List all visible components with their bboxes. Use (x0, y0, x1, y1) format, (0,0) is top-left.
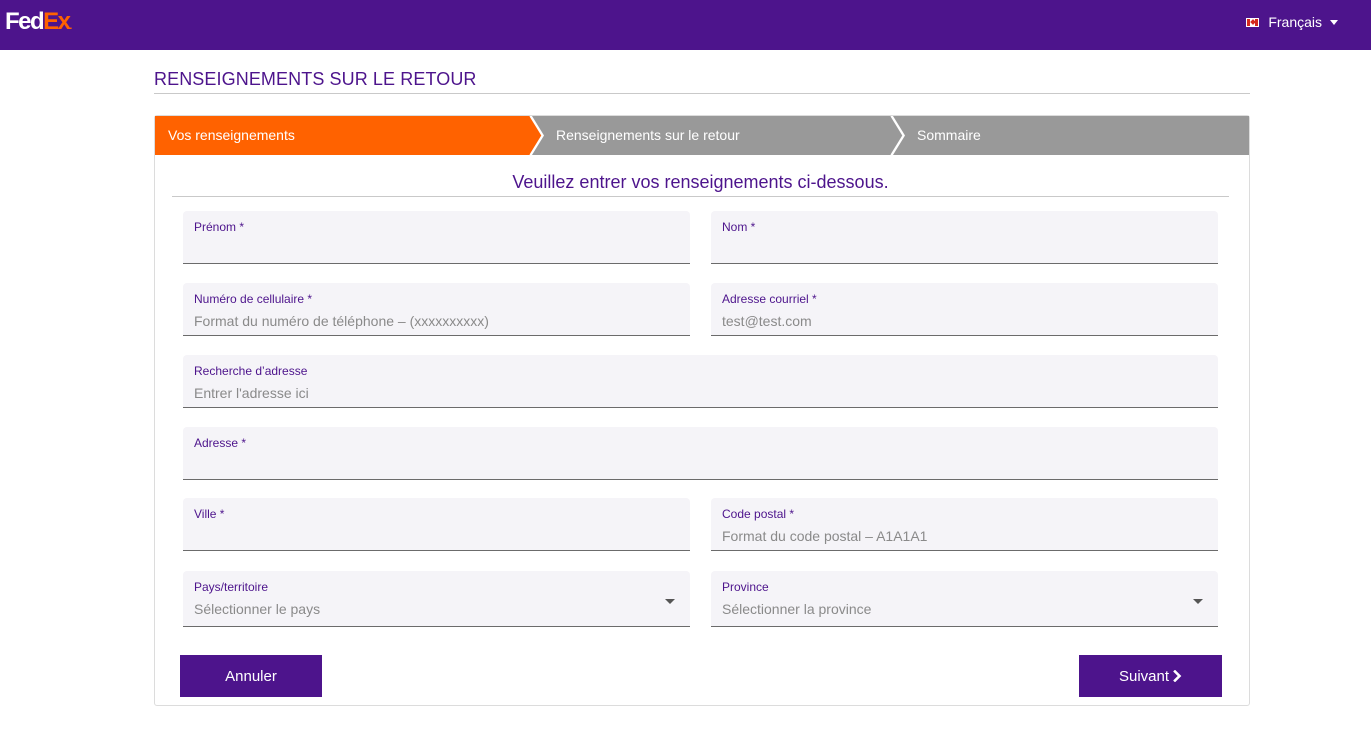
postal-code-label: Code postal * (722, 507, 795, 521)
country-label: Pays/territoire (194, 580, 269, 594)
mobile-number-label: Numéro de cellulaire * (194, 292, 313, 306)
email-placeholder: test@test.com (722, 313, 812, 329)
province-placeholder: Sélectionner la province (722, 601, 872, 617)
address-search-placeholder: Entrer l'adresse ici (194, 385, 309, 401)
top-navigation-bar: FedEx. Français (0, 0, 1371, 50)
logo-dot: . (69, 21, 73, 32)
step-summary[interactable]: Sommaire (917, 116, 981, 155)
province-label: Province (722, 580, 769, 594)
logo-ex-text: Ex (43, 8, 71, 35)
next-button[interactable]: Suivant (1079, 655, 1222, 697)
province-select[interactable]: Province Sélectionner la province (711, 571, 1218, 627)
city-field[interactable]: Ville * (183, 498, 690, 551)
mobile-number-field[interactable]: Numéro de cellulaire * Format du numéro … (183, 283, 690, 336)
dropdown-arrow-icon (1193, 599, 1203, 604)
next-button-label: Suivant (1118, 667, 1170, 685)
last-name-label: Nom * (722, 220, 756, 234)
last-name-field[interactable]: Nom * (711, 211, 1218, 264)
form-subtitle: Veuillez entrer vos renseignements ci-de… (512, 172, 889, 192)
cancel-button-label: Annuler (225, 667, 277, 685)
chevron-down-icon (1330, 19, 1338, 25)
postal-code-field[interactable]: Code postal * Format du code postal – A1… (711, 498, 1218, 551)
logo-fed-text: Fed (5, 8, 45, 35)
address-field[interactable]: Adresse * (183, 427, 1218, 480)
subtitle-divider (172, 196, 1229, 197)
page-title: RENSEIGNEMENTS SUR LE RETOUR (154, 69, 477, 89)
dropdown-arrow-icon (665, 599, 675, 604)
email-label: Adresse courriel * (722, 292, 817, 306)
postal-code-placeholder: Format du code postal – A1A1A1 (722, 528, 928, 544)
first-name-label: Prénom * (194, 220, 245, 234)
title-divider (154, 93, 1250, 94)
canada-flag-icon (1246, 17, 1260, 27)
step-return-information[interactable]: Renseignements sur le retour (556, 116, 740, 155)
address-search-label: Recherche d’adresse (194, 364, 308, 378)
mobile-number-placeholder: Format du numéro de téléphone – (xxxxxxx… (194, 313, 489, 329)
cancel-button[interactable]: Annuler (180, 655, 322, 697)
fedex-logo[interactable]: FedEx. (5, 8, 72, 41)
chevron-right-icon (1173, 670, 1182, 682)
country-select[interactable]: Pays/territoire Sélectionner le pays (183, 571, 690, 627)
language-label: Français (1268, 14, 1322, 30)
email-field[interactable]: Adresse courriel * test@test.com (711, 283, 1218, 336)
step-your-information[interactable]: Vos renseignements (168, 116, 295, 155)
first-name-field[interactable]: Prénom * (183, 211, 690, 264)
country-placeholder: Sélectionner le pays (194, 601, 321, 617)
address-label: Adresse * (194, 436, 247, 450)
language-selector[interactable]: Français (1246, 12, 1338, 32)
city-label: Ville * (194, 507, 225, 521)
address-search-field[interactable]: Recherche d’adresse Entrer l'adresse ici (183, 355, 1218, 408)
progress-stepper: Vos renseignements Renseignements sur le… (155, 116, 1249, 155)
